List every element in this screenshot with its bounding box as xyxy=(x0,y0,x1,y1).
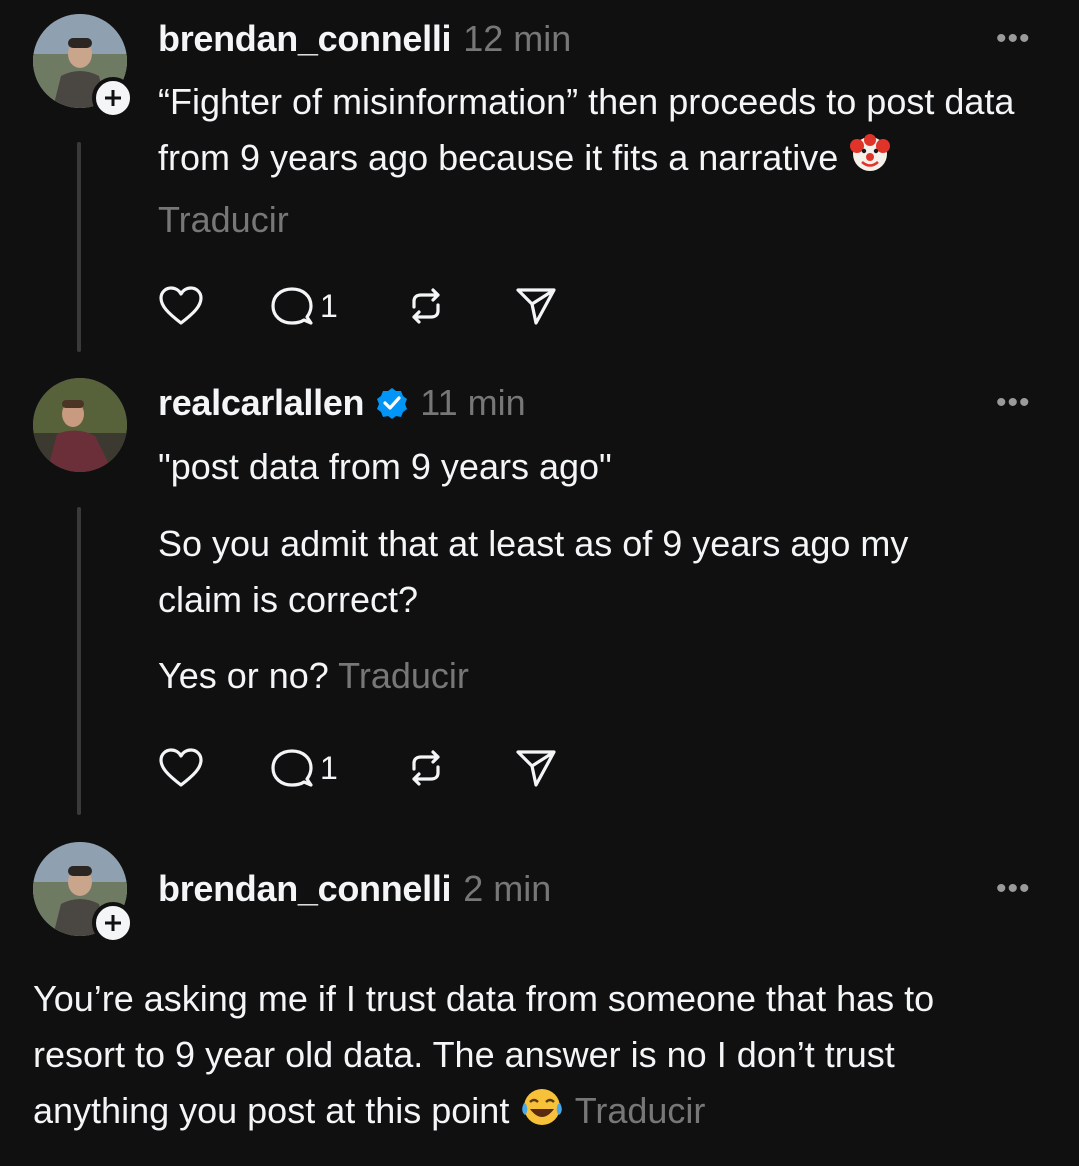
post-actions: 1 xyxy=(158,285,624,327)
plus-icon xyxy=(105,915,121,931)
username[interactable]: brendan_connelli xyxy=(158,18,452,60)
reply-button[interactable]: 1 xyxy=(270,285,338,327)
username[interactable]: brendan_connelli xyxy=(158,868,452,910)
repost-button[interactable] xyxy=(404,285,448,327)
timestamp: 12 min xyxy=(463,18,572,59)
avatar-realcarlallen[interactable] xyxy=(33,378,127,472)
repost-button[interactable] xyxy=(404,747,448,789)
like-button[interactable] xyxy=(158,747,204,789)
post-header: realcarlallen 11 min xyxy=(158,378,526,428)
post-text-content: You’re asking me if I trust data from so… xyxy=(33,978,935,1131)
share-icon xyxy=(516,288,556,325)
reply-count: 1 xyxy=(320,749,338,786)
translate-link[interactable]: Traducir xyxy=(338,655,469,696)
heart-icon xyxy=(159,286,203,325)
post-text-line-1: "post data from 9 years ago" xyxy=(158,446,612,487)
post-text: “Fighter of misinformation” then proceed… xyxy=(158,74,1048,248)
post-header: brendan_connelli 2 min xyxy=(158,864,551,914)
share-icon xyxy=(516,750,556,787)
post-text-paragraph-2: So you admit that at least as of 9 years… xyxy=(158,523,909,620)
plus-icon xyxy=(105,90,121,106)
tears-of-joy-icon xyxy=(519,1085,565,1145)
verified-badge-icon xyxy=(376,387,408,419)
timestamp: 11 min xyxy=(420,382,526,423)
post-actions: 1 xyxy=(158,747,624,789)
post-text-paragraph-3: Yes or no? Traducir xyxy=(158,648,1048,704)
username[interactable]: realcarlallen xyxy=(158,382,365,424)
thread-line xyxy=(77,142,81,352)
more-options-button[interactable]: ••• xyxy=(996,386,1031,420)
timestamp: 2 min xyxy=(463,868,552,909)
repost-icon xyxy=(412,288,440,324)
share-button[interactable] xyxy=(514,747,558,789)
post-text: You’re asking me if I trust data from so… xyxy=(33,971,1023,1145)
clown-face-icon xyxy=(848,132,892,192)
more-options-button[interactable]: ••• xyxy=(996,872,1031,906)
follow-plus-button[interactable] xyxy=(92,77,134,119)
follow-plus-button[interactable] xyxy=(92,902,134,944)
like-button[interactable] xyxy=(158,285,204,327)
heart-icon xyxy=(159,748,203,787)
translate-link[interactable]: Traducir xyxy=(575,1090,706,1131)
more-options-button[interactable]: ••• xyxy=(996,22,1031,56)
comment-icon xyxy=(271,287,313,325)
share-button[interactable] xyxy=(514,285,558,327)
repost-icon xyxy=(412,750,440,786)
comment-icon xyxy=(271,749,313,787)
translate-link[interactable]: Traducir xyxy=(158,199,289,240)
thread-line xyxy=(77,507,81,815)
post-header: brendan_connelli 12 min xyxy=(158,14,571,64)
reply-button[interactable]: 1 xyxy=(270,747,338,789)
reply-count: 1 xyxy=(320,287,338,324)
post-text-content: Yes or no? xyxy=(158,655,329,696)
